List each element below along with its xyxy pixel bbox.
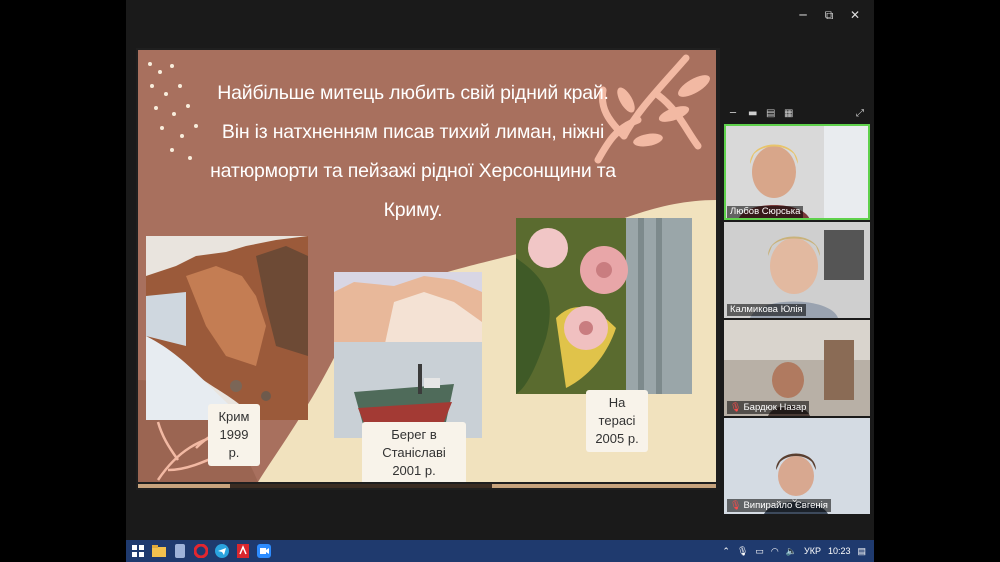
painting-crimea: [146, 236, 308, 420]
windows-taskbar: ⌃ 🎙 ▭ ◠ 🔈 УКР 10:23 ▤: [126, 540, 874, 562]
participant-tile[interactable]: Любов Сюрська: [724, 124, 870, 220]
chevron-down-icon[interactable]: ⌄: [790, 492, 799, 505]
file-explorer-icon[interactable]: [151, 543, 167, 559]
notifications-icon[interactable]: ▤: [857, 543, 866, 559]
mic-muted-icon: 🎙: [730, 500, 742, 510]
system-tray: ⌃ 🎙 ▭ ◠ 🔈 УКР 10:23 ▤: [722, 543, 866, 559]
battery-icon[interactable]: ▭: [755, 543, 764, 559]
restore-button[interactable]: ⧉: [816, 6, 842, 24]
caption-stanislav-shore: Берег в Станіславі 2001 р.: [362, 422, 466, 482]
participant-tile[interactable]: 🎙 Бардюк Назар: [724, 320, 870, 416]
participants-gallery: ─ ▬ ▤ ▦ ⤢ Любов Сюрська Калмикова Юлія 🎙…: [724, 100, 870, 514]
participant-name-muted: 🎙 Випирайло Євгенія: [727, 499, 831, 512]
minimize-video-icon[interactable]: ─: [730, 108, 736, 120]
presentation-slide: Найбільше митець любить свій рідний край…: [138, 50, 716, 482]
language-indicator[interactable]: УКР: [804, 543, 821, 559]
slide-line-2: Він із натхненням писав тихий лиман, ніж…: [221, 121, 605, 143]
progress-segment-left: [138, 484, 230, 488]
painting-on-terrace: [516, 218, 692, 394]
caption-terrace-year: 2005 р.: [595, 431, 639, 446]
caption-stanislav-year: 2001 р.: [392, 463, 436, 478]
participant-name: Бардюк Назар: [743, 402, 807, 413]
slide-line-1: Найбільше митець любить свій рідний край…: [217, 82, 609, 104]
zoom-meeting-window: ─ ⧉ ✕ Найбільше митець любить свій рідни…: [126, 0, 874, 540]
caption-crimea-year: 1999 р.: [219, 427, 249, 460]
caption-stanislav-title: Берег в Станіславі: [382, 427, 446, 460]
caption-terrace-title: На терасі: [598, 395, 636, 428]
expand-icon[interactable]: ⤢: [856, 108, 864, 120]
participant-name-muted: 🎙 Бардюк Назар: [727, 401, 810, 414]
strip-view-icon[interactable]: ▤: [766, 108, 775, 120]
close-button[interactable]: ✕: [842, 6, 868, 24]
participant-name: Любов Сюрська: [727, 206, 804, 218]
participant-tile[interactable]: Калмикова Юлія: [724, 222, 870, 318]
screen-share-area: Найбільше митець любить свій рідний край…: [136, 48, 728, 490]
painting-stanislav-shore: [334, 272, 482, 438]
telegram-icon[interactable]: [214, 543, 230, 559]
zoom-icon[interactable]: [256, 543, 272, 559]
progress-segment-right: [492, 484, 716, 488]
participant-name: Випирайло Євгенія: [743, 500, 828, 511]
wifi-icon[interactable]: ◠: [771, 543, 779, 559]
single-view-icon[interactable]: ▬: [748, 108, 757, 120]
windows-icon[interactable]: [130, 543, 146, 559]
slide-heading: Найбільше митець любить свій рідний край…: [168, 74, 658, 230]
minimize-button[interactable]: ─: [790, 6, 816, 24]
chevron-up-icon[interactable]: ⌃: [722, 543, 730, 559]
caption-crimea-title: Крим: [218, 409, 250, 424]
phone-icon[interactable]: [172, 543, 188, 559]
slide-line-3: натюрморти та пейзажі рідної Херсонщини …: [210, 160, 616, 182]
mic-muted-icon: 🎙: [730, 402, 742, 412]
microphone-icon[interactable]: 🎙: [737, 543, 748, 559]
pdf-icon[interactable]: [235, 543, 251, 559]
volume-icon[interactable]: 🔈: [786, 543, 797, 559]
caption-crimea: Крим 1999 р.: [208, 404, 260, 466]
clock[interactable]: 10:23: [828, 543, 851, 559]
opera-icon[interactable]: [193, 543, 209, 559]
grid-view-icon[interactable]: ▦: [784, 108, 793, 120]
gallery-view-controls: ─ ▬ ▤ ▦ ⤢: [724, 108, 870, 122]
screen: ─ ⧉ ✕ Найбільше митець любить свій рідни…: [0, 0, 1000, 562]
taskbar-pinned-apps: [130, 543, 272, 559]
participant-name: Калмикова Юлія: [727, 304, 806, 316]
window-controls: ─ ⧉ ✕: [790, 6, 868, 24]
slide-progress-bar: [138, 484, 716, 488]
caption-on-terrace: На терасі 2005 р.: [586, 390, 648, 452]
